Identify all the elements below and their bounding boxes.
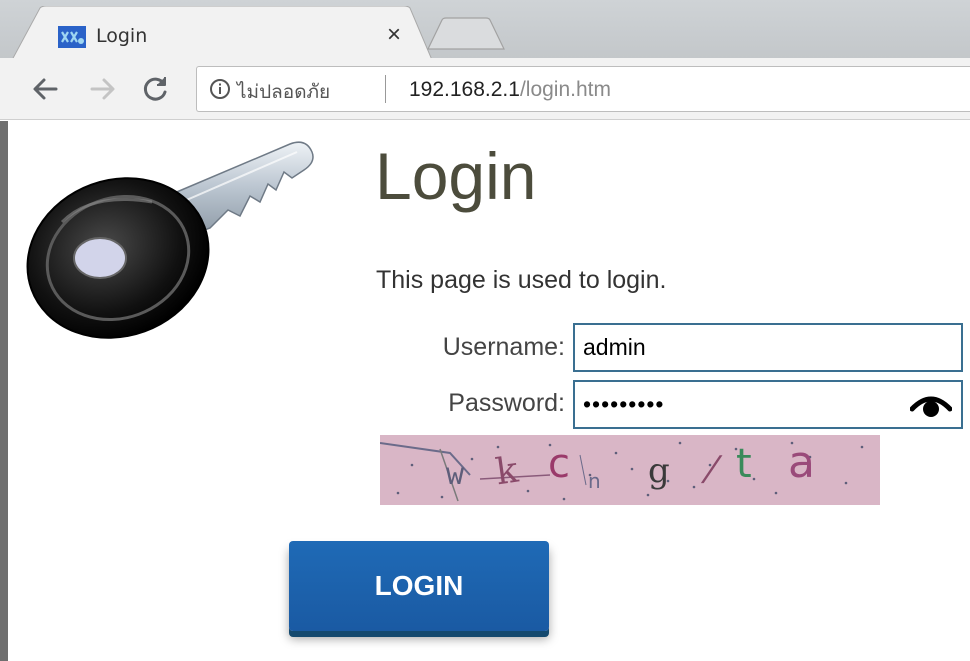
login-button[interactable]: LOGIN xyxy=(289,541,549,631)
router-favicon-icon xyxy=(58,26,86,48)
info-icon[interactable] xyxy=(209,78,231,100)
page-title: Login xyxy=(375,139,537,213)
key-icon xyxy=(26,141,314,339)
reload-button[interactable] xyxy=(138,72,172,106)
back-button[interactable] xyxy=(28,72,62,106)
username-input[interactable] xyxy=(573,323,963,372)
captcha-char: a xyxy=(788,437,815,488)
arrow-right-icon xyxy=(90,78,115,100)
captcha-image: w k c n g / t a xyxy=(380,435,880,505)
captcha-char: c xyxy=(548,441,570,487)
password-input[interactable] xyxy=(573,380,963,429)
eye-icon[interactable] xyxy=(910,389,952,419)
username-label: Username: xyxy=(442,333,565,361)
reload-icon xyxy=(143,77,167,101)
address-bar[interactable]: ไม่ปลอดภัย 192.168.2.1/login.htm xyxy=(196,66,970,112)
captcha-char: n xyxy=(588,469,601,493)
security-status-text[interactable]: ไม่ปลอดภัย xyxy=(237,77,330,107)
forward-button[interactable] xyxy=(86,72,120,106)
url-path: /login.htm xyxy=(519,78,611,101)
browser-tab[interactable]: Login × xyxy=(12,6,432,60)
tab-title: Login xyxy=(96,25,148,47)
new-tab-button[interactable] xyxy=(420,17,510,51)
browser-toolbar: ไม่ปลอดภัย 192.168.2.1/login.htm xyxy=(0,58,970,120)
page-description: This page is used to login. xyxy=(376,266,667,294)
captcha-char: t xyxy=(736,441,752,487)
url-text[interactable]: 192.168.2.1/login.htm xyxy=(409,78,611,102)
tab-strip: Login × xyxy=(0,0,970,60)
arrow-left-icon xyxy=(33,78,58,100)
captcha-char: w xyxy=(446,457,465,492)
window-left-edge xyxy=(0,121,8,661)
tab-close-icon[interactable]: × xyxy=(380,20,408,50)
omnibox-divider xyxy=(385,75,386,103)
url-host: 192.168.2.1 xyxy=(409,78,520,101)
captcha-char: g xyxy=(648,451,670,491)
password-label: Password: xyxy=(448,389,565,417)
